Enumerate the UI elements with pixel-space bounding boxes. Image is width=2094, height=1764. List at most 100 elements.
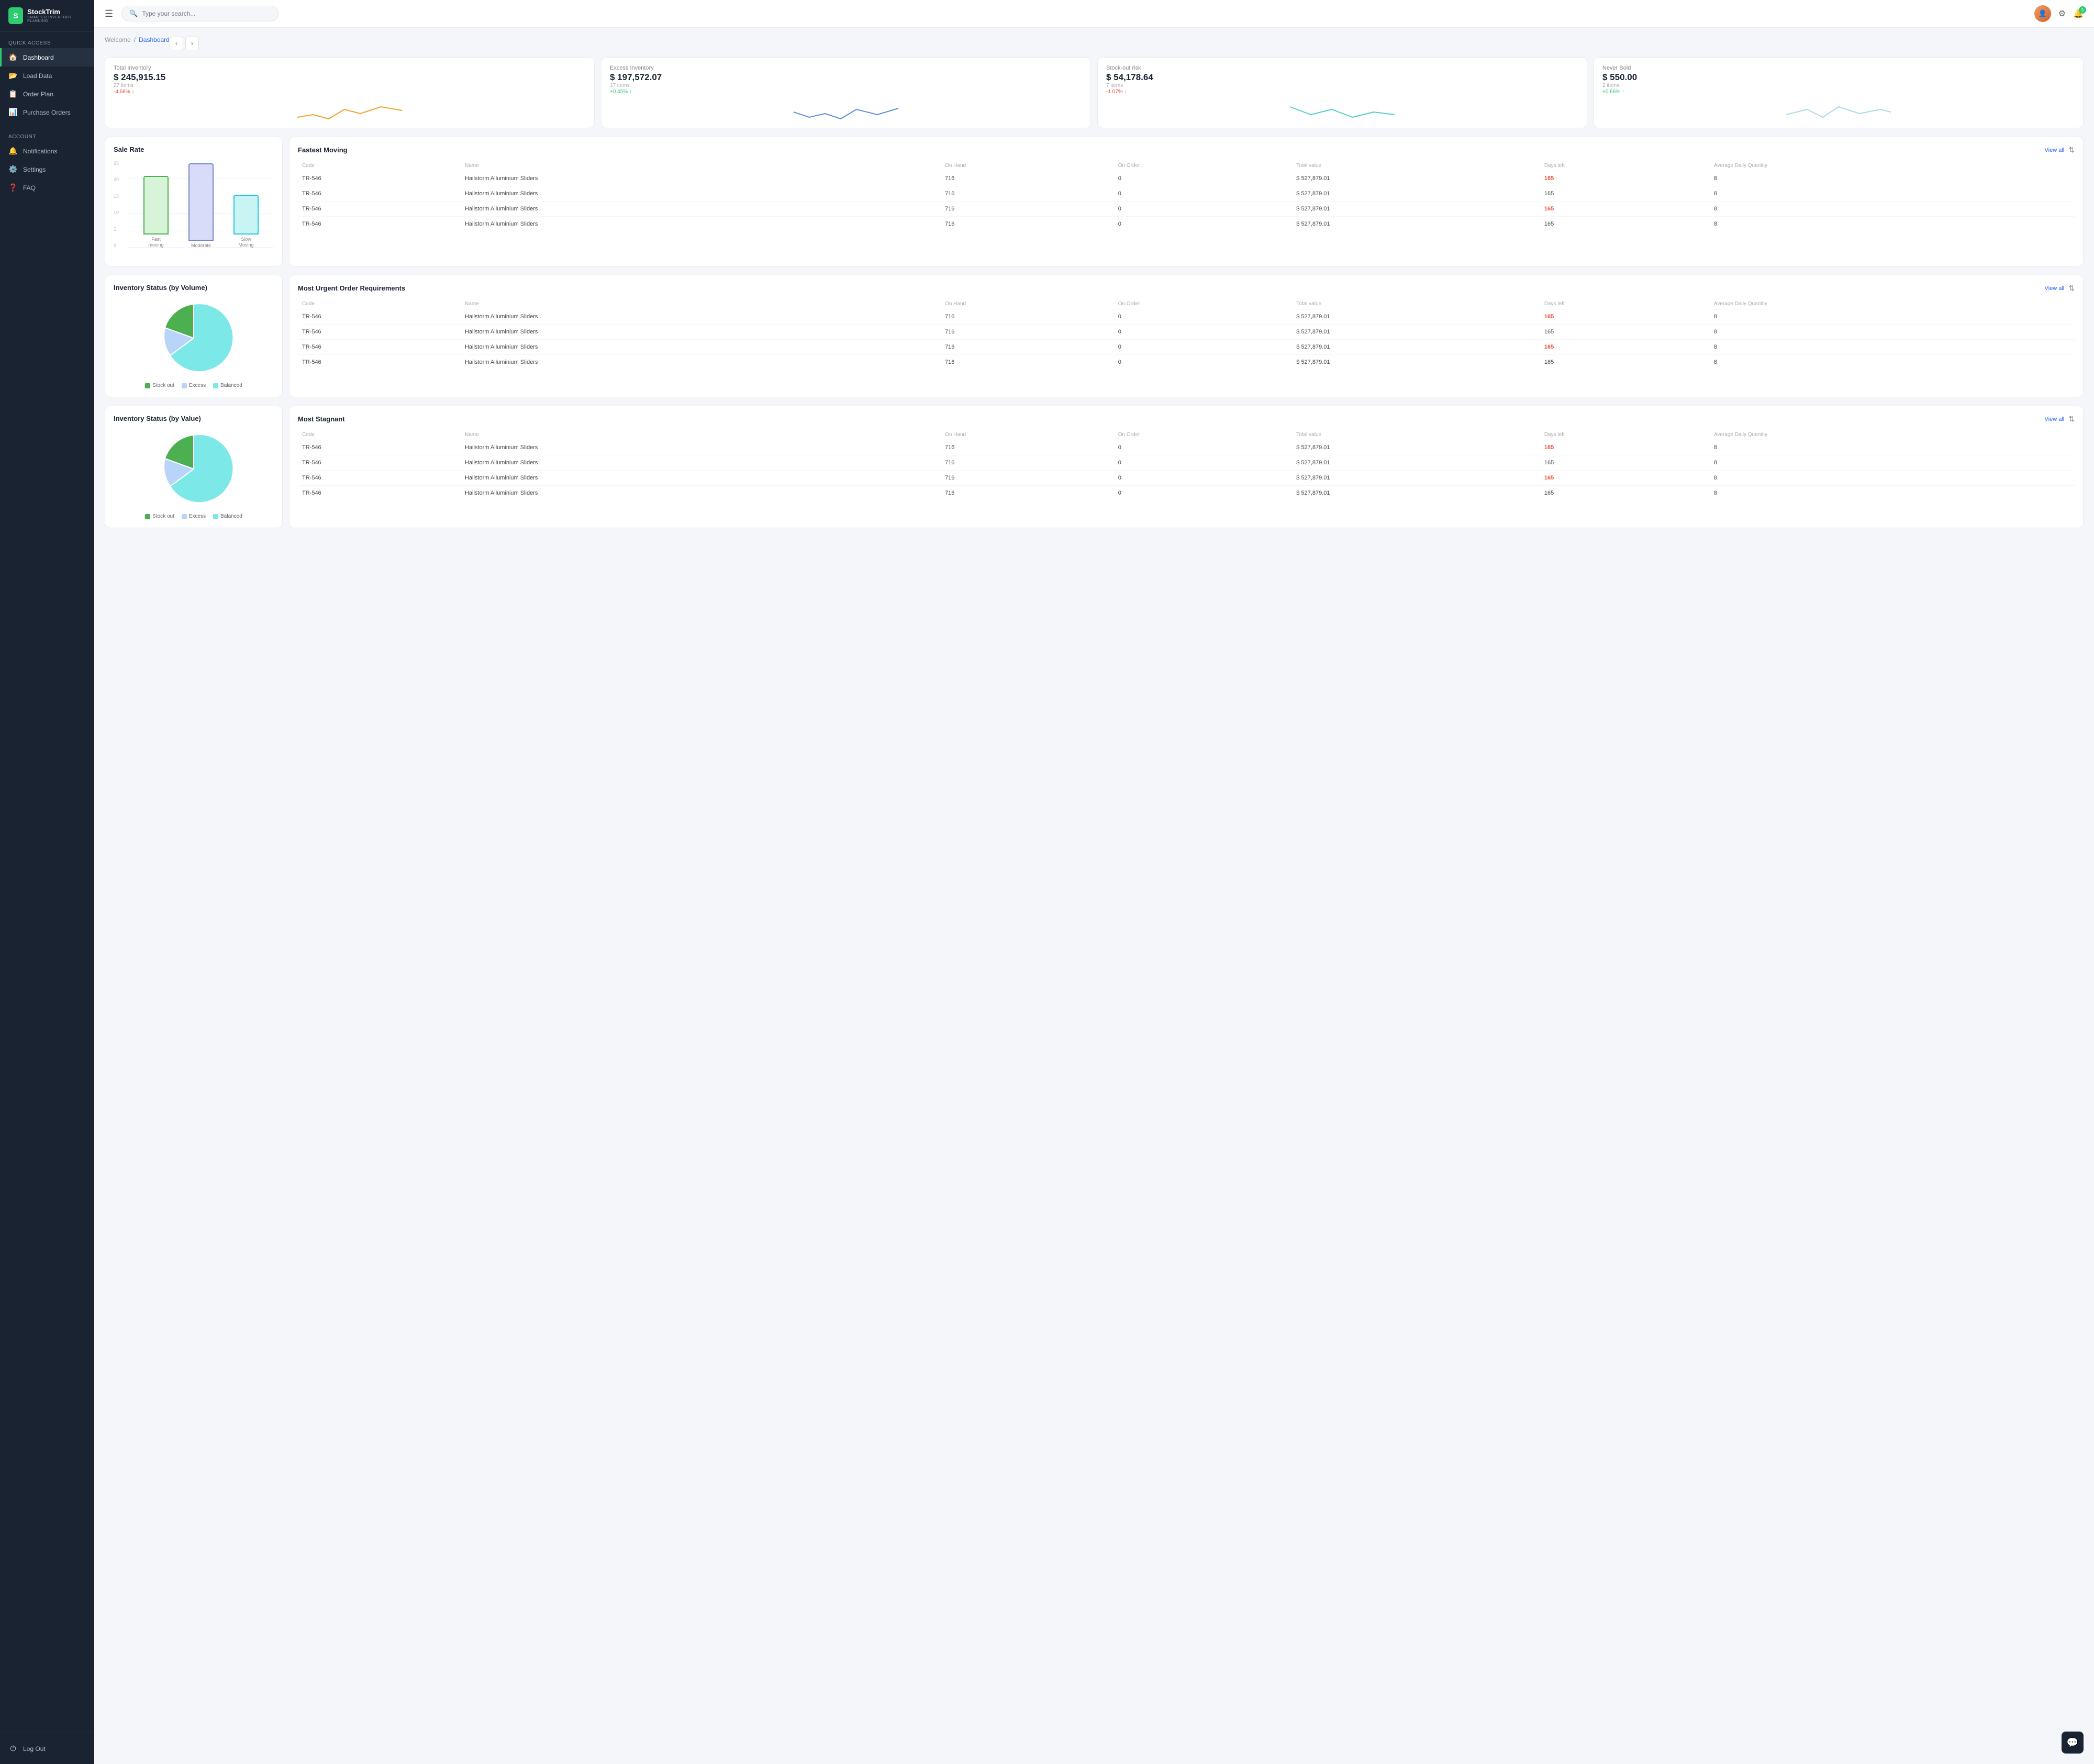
- sidebar-item-purchase-orders[interactable]: 📊 Purchase Orders: [0, 103, 94, 121]
- notifications-bell-icon[interactable]: 🔔 3: [2073, 8, 2084, 19]
- most-stagnant-title: Most Stagnant: [298, 415, 345, 423]
- breadcrumb-current: Dashboard: [139, 36, 170, 43]
- logo-icon: S: [8, 7, 23, 24]
- sale-rate-title: Sale Rate: [114, 146, 274, 153]
- cell-name: Hailstorm Alluminium Sliders: [461, 440, 941, 455]
- stat-value-neversold: $ 550.00: [1602, 72, 2075, 83]
- urgent-orders-card: Most Urgent Order Requirements View all …: [289, 275, 2084, 397]
- mini-chart-stockout: [1106, 99, 1578, 122]
- purchase-orders-icon: 📊: [8, 108, 18, 117]
- ms-col-days-left: Days left: [1540, 430, 1710, 440]
- cell-on-hand: 716: [941, 171, 1114, 186]
- cell-days-left: 165: [1540, 186, 1710, 202]
- fastest-moving-title: Fastest Moving: [298, 146, 348, 154]
- cell-on-hand: 716: [941, 186, 1114, 202]
- main-content: ☰ 🔍 👤 ⚙ 🔔 3 Welcome / Dashboard ‹ ›: [94, 0, 2094, 1764]
- table-row: TR-546 Hailstorm Alluminium Sliders 716 …: [298, 217, 2075, 232]
- val-legend-stockout-dot: [145, 514, 150, 519]
- cell-name: Hailstorm Alluminium Sliders: [461, 202, 941, 217]
- sidebar-item-dashboard[interactable]: 🏠 Dashboard: [0, 48, 94, 66]
- cell-days-left: 165: [1540, 309, 1710, 325]
- sidebar-item-label-order-plan: Order Plan: [23, 91, 53, 98]
- gear-icon[interactable]: ⚙: [2058, 8, 2066, 19]
- search-input[interactable]: [142, 10, 271, 17]
- cell-name: Hailstorm Alluminium Sliders: [461, 217, 941, 232]
- sidebar-item-order-plan[interactable]: 📋 Order Plan: [0, 85, 94, 103]
- stats-row: Total Inventory $ 245,915.15 27 items -4…: [105, 57, 2084, 128]
- legend-excess-dot: [182, 383, 187, 388]
- cell-name: Hailstorm Alluminium Sliders: [461, 355, 941, 370]
- cell-total-value: $ 527,879.01: [1292, 440, 1540, 455]
- most-stagnant-view-all[interactable]: View all: [2045, 416, 2065, 422]
- menu-icon[interactable]: ☰: [105, 8, 113, 19]
- val-legend-stockout: Stock out: [145, 513, 174, 519]
- cell-total-value: $ 527,879.01: [1292, 486, 1540, 501]
- most-stagnant-sort-icon[interactable]: ⇅: [2068, 415, 2075, 423]
- cell-total-value: $ 527,879.01: [1292, 471, 1540, 486]
- stat-card-excess: Excess Inventory $ 197,572.07 17 items +…: [601, 57, 1091, 128]
- cell-total-value: $ 527,879.01: [1292, 186, 1540, 202]
- table-row: TR-546 Hailstorm Alluminium Sliders 716 …: [298, 309, 2075, 325]
- table-row: TR-546 Hailstorm Alluminium Sliders 716 …: [298, 186, 2075, 202]
- sidebar-item-settings[interactable]: ⚙️ Settings: [0, 160, 94, 178]
- urgent-orders-sort-icon[interactable]: ⇅: [2068, 284, 2075, 293]
- table-row: TR-546 Hailstorm Alluminium Sliders 716 …: [298, 471, 2075, 486]
- sidebar-item-logout[interactable]: ⏻ Log Out: [0, 1739, 94, 1758]
- uo-col-days-left: Days left: [1540, 299, 1710, 309]
- cell-code: TR-546: [298, 355, 461, 370]
- chat-button[interactable]: 💬: [2062, 1732, 2084, 1754]
- y-label-15: 15: [114, 194, 119, 199]
- row-3: Inventory Status (by Value) Stock out: [105, 406, 2084, 528]
- order-plan-icon: 📋: [8, 90, 18, 98]
- cell-code: TR-546: [298, 186, 461, 202]
- cell-on-hand: 716: [941, 202, 1114, 217]
- inventory-volume-title: Inventory Status (by Volume): [114, 284, 274, 292]
- header-right: 👤 ⚙ 🔔 3: [2034, 5, 2084, 22]
- val-legend-balanced: Balanced: [213, 513, 242, 519]
- sidebar-item-faq[interactable]: ❓ FAQ: [0, 178, 94, 197]
- fastest-moving-card: Fastest Moving View all ⇅ Code Name On H…: [289, 137, 2084, 266]
- table-row: TR-546 Hailstorm Alluminium Sliders 716 …: [298, 325, 2075, 340]
- cell-name: Hailstorm Alluminium Sliders: [461, 309, 941, 325]
- row-1: Sale Rate 25 20 15 10 5 0: [105, 137, 2084, 266]
- cell-code: TR-546: [298, 486, 461, 501]
- stat-card-neversold: Never Sold $ 550.00 2 items +0.66% ↑: [1594, 57, 2084, 128]
- cell-code: TR-546: [298, 340, 461, 355]
- logo-text: StockTrim: [27, 8, 86, 16]
- col-days-left: Days left: [1540, 161, 1710, 171]
- logo-tagline: SMARTER INVENTORY PLANNING: [27, 16, 86, 23]
- most-stagnant-table: Code Name On Hand On Order Total value D…: [298, 430, 2075, 500]
- urgent-orders-view-all[interactable]: View all: [2045, 285, 2065, 292]
- stat-label-stockout: Stock-out risk: [1106, 65, 1578, 71]
- y-label-25: 25: [114, 161, 119, 166]
- cell-on-order: 0: [1114, 202, 1292, 217]
- sidebar-item-notifications[interactable]: 🔔 Notifications: [0, 142, 94, 160]
- bar-label-slow: SlowMoving: [238, 237, 253, 248]
- cell-code: TR-546: [298, 440, 461, 455]
- cell-days-left: 165: [1540, 471, 1710, 486]
- fastest-moving-sort-icon[interactable]: ⇅: [2068, 146, 2075, 154]
- most-stagnant-header: Most Stagnant View all ⇅: [298, 415, 2075, 423]
- sidebar-item-load-data[interactable]: 📂 Load Data: [0, 66, 94, 85]
- next-arrow[interactable]: ›: [185, 37, 199, 50]
- cell-name: Hailstorm Alluminium Sliders: [461, 325, 941, 340]
- table-row: TR-546 Hailstorm Alluminium Sliders 716 …: [298, 202, 2075, 217]
- prev-arrow[interactable]: ‹: [170, 37, 183, 50]
- cell-code: TR-546: [298, 171, 461, 186]
- cell-total-value: $ 527,879.01: [1292, 325, 1540, 340]
- cell-days-left: 165: [1540, 340, 1710, 355]
- breadcrumb: Welcome / Dashboard: [105, 36, 170, 43]
- avatar[interactable]: 👤: [2034, 5, 2051, 22]
- stat-items-stockout: 7 items: [1106, 83, 1578, 88]
- stat-label-neversold: Never Sold: [1602, 65, 2075, 71]
- cell-avg-daily: 8: [1710, 486, 2075, 501]
- breadcrumb-separator: /: [134, 36, 136, 43]
- cell-avg-daily: 8: [1710, 355, 2075, 370]
- content-area: Welcome / Dashboard ‹ › Total Inventory …: [94, 28, 2094, 1764]
- ms-col-name: Name: [461, 430, 941, 440]
- col-avg-daily: Average Daily Quantity: [1710, 161, 2075, 171]
- sidebar-item-label-settings: Settings: [23, 166, 46, 173]
- fastest-moving-view-all[interactable]: View all: [2045, 147, 2065, 153]
- cell-code: TR-546: [298, 471, 461, 486]
- bar-fast-moving-fill: [143, 176, 169, 235]
